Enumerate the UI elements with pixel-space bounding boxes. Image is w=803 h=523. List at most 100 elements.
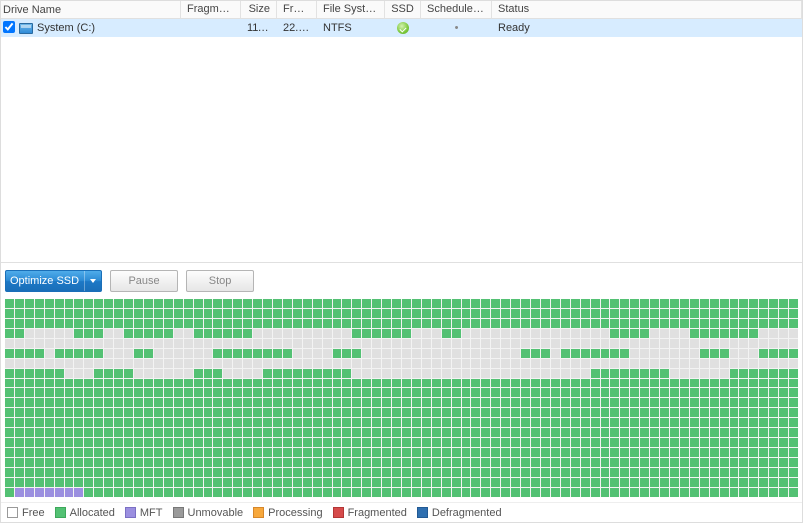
cluster-cell <box>660 418 669 427</box>
cluster-cell <box>114 299 123 308</box>
cluster-cell <box>223 388 232 397</box>
cluster-cell <box>739 349 748 358</box>
optimize-ssd-label: Optimize SSD <box>6 275 83 287</box>
cluster-cell <box>293 339 302 348</box>
col-scheduled[interactable]: Scheduled ... <box>421 1 492 19</box>
cluster-cell <box>650 369 659 378</box>
col-ssd[interactable]: SSD <box>385 1 421 19</box>
cluster-cell <box>471 428 480 437</box>
cluster-cell <box>769 359 778 368</box>
cluster-cell <box>759 339 768 348</box>
cluster-cell <box>680 388 689 397</box>
cluster-cell <box>650 408 659 417</box>
cluster-cell <box>313 398 322 407</box>
cluster-cell <box>84 379 93 388</box>
cluster-cell <box>620 329 629 338</box>
col-size[interactable]: Size <box>241 1 277 19</box>
cluster-cell <box>551 369 560 378</box>
cluster-cell <box>114 329 123 338</box>
col-fragmented[interactable]: Fragmented <box>181 1 241 19</box>
cluster-cell <box>164 418 173 427</box>
cluster-cell <box>769 388 778 397</box>
drive-checkbox[interactable] <box>3 21 15 33</box>
cluster-cell <box>561 448 570 457</box>
cluster-cell <box>521 458 530 467</box>
cluster-cell <box>571 448 580 457</box>
cluster-cell <box>521 369 530 378</box>
cluster-cell <box>710 329 719 338</box>
cluster-cell <box>74 319 83 328</box>
cluster-cell <box>551 418 560 427</box>
cluster-cell <box>759 488 768 497</box>
cluster-cell <box>283 379 292 388</box>
cluster-cell <box>402 468 411 477</box>
cluster-cell <box>223 309 232 318</box>
cluster-cell <box>84 478 93 487</box>
chevron-down-icon[interactable] <box>84 271 101 291</box>
cluster-cell <box>561 408 570 417</box>
cluster-cell <box>680 478 689 487</box>
cluster-cell <box>392 319 401 328</box>
cluster-cell <box>710 339 719 348</box>
cluster-cell <box>700 488 709 497</box>
cluster-cell <box>571 299 580 308</box>
cluster-cell <box>501 488 510 497</box>
table-row[interactable]: System (C:) 111.2... 22.17 ... NTFS • Re… <box>1 19 802 37</box>
cluster-cell <box>670 488 679 497</box>
optimize-ssd-button[interactable]: Optimize SSD <box>5 270 102 292</box>
cluster-cell <box>243 388 252 397</box>
cluster-cell <box>174 428 183 437</box>
cluster-cell <box>154 349 163 358</box>
cluster-cell <box>680 408 689 417</box>
pause-button[interactable]: Pause <box>110 270 178 292</box>
cluster-cell <box>45 329 54 338</box>
stop-button[interactable]: Stop <box>186 270 254 292</box>
cluster-cell <box>313 478 322 487</box>
cluster-cell <box>5 359 14 368</box>
cluster-cell <box>501 388 510 397</box>
cluster-cell <box>55 448 64 457</box>
cluster-cell <box>660 309 669 318</box>
cluster-cell <box>84 398 93 407</box>
col-free-space[interactable]: Free S... <box>277 1 317 19</box>
cluster-cell <box>620 408 629 417</box>
cluster-cell <box>273 458 282 467</box>
col-drive-name[interactable]: Drive Name <box>1 1 181 19</box>
cluster-cell <box>402 388 411 397</box>
col-status[interactable]: Status <box>492 1 802 19</box>
cluster-cell <box>25 418 34 427</box>
cluster-cell <box>759 458 768 467</box>
cluster-cell <box>779 478 788 487</box>
cluster-cell <box>144 329 153 338</box>
cluster-cell <box>293 379 302 388</box>
cluster-cell <box>65 398 74 407</box>
cluster-cell <box>640 418 649 427</box>
cluster-cell <box>739 388 748 397</box>
cluster-cell <box>362 408 371 417</box>
cluster-cell <box>422 388 431 397</box>
cluster-cell <box>521 448 530 457</box>
cluster-cell <box>25 438 34 447</box>
col-file-system[interactable]: File System <box>317 1 385 19</box>
cluster-cell <box>432 329 441 338</box>
cluster-cell <box>462 369 471 378</box>
cluster-cell <box>124 329 133 338</box>
cluster-cell <box>124 468 133 477</box>
cluster-cell <box>769 468 778 477</box>
cluster-cell <box>293 319 302 328</box>
cluster-cell <box>154 299 163 308</box>
cluster-cell <box>690 388 699 397</box>
cluster-cell <box>531 329 540 338</box>
cluster-cell <box>74 359 83 368</box>
cluster-cell <box>610 478 619 487</box>
cluster-cell <box>610 299 619 308</box>
cluster-cell <box>283 398 292 407</box>
cluster-cell <box>640 329 649 338</box>
cluster-cell <box>184 379 193 388</box>
cluster-cell <box>402 379 411 388</box>
cluster-cell <box>253 369 262 378</box>
cluster-cell <box>620 369 629 378</box>
cluster-cell <box>303 408 312 417</box>
cluster-cell <box>213 369 222 378</box>
cluster-cell <box>124 369 133 378</box>
